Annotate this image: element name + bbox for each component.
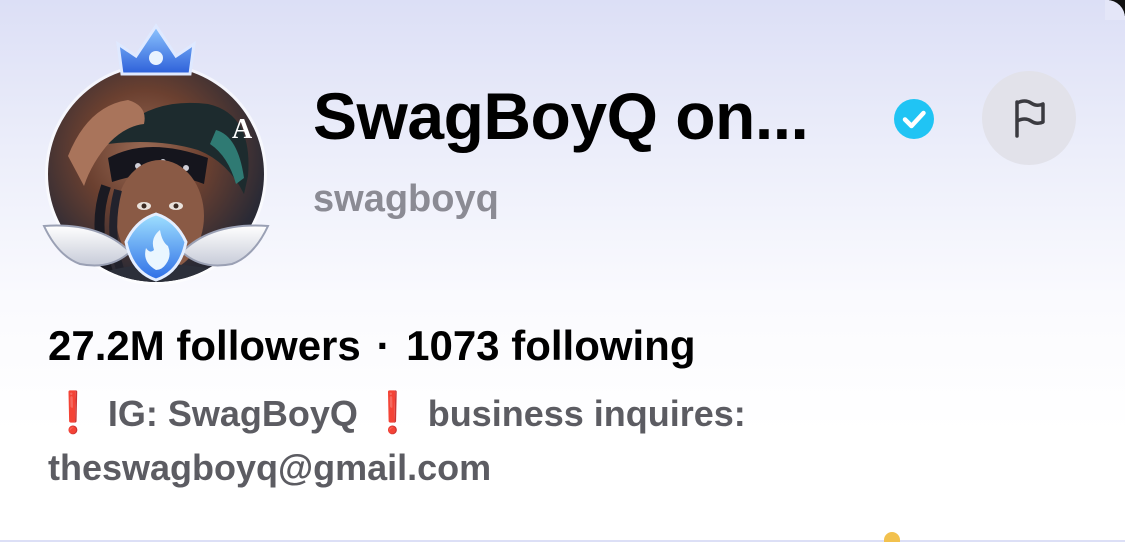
bio-ig-text: IG: SwagBoyQ: [107, 393, 358, 434]
profile-avatar-frame[interactable]: A: [40, 22, 272, 284]
wings-badge-icon: [42, 212, 270, 282]
profile-stats: 27.2M followers · 1073 following: [48, 322, 696, 370]
crown-icon: [116, 23, 196, 76]
svg-text:A: A: [232, 114, 253, 145]
followers-count[interactable]: 27.2M followers: [48, 322, 361, 369]
card-corner: [1105, 0, 1125, 20]
following-count[interactable]: 1073 following: [406, 322, 695, 369]
display-name: SwagBoyQ on...: [313, 79, 809, 153]
exclamation-icon: ❗: [48, 391, 98, 435]
profile-bio: ❗ IG: SwagBoyQ ❗ business inquires: thes…: [48, 386, 868, 495]
partial-emoji-icon: [884, 532, 900, 542]
verified-badge-icon: [894, 99, 934, 139]
flag-icon: [1015, 99, 1045, 138]
report-flag-button[interactable]: [982, 71, 1076, 165]
exclamation-icon: ❗: [367, 391, 418, 435]
bio-email[interactable]: theswagboyq@gmail.com: [48, 447, 491, 488]
stats-separator: ·: [376, 322, 391, 369]
bio-business-text: business inquires:: [427, 393, 746, 434]
username: swagboyq: [313, 178, 499, 220]
